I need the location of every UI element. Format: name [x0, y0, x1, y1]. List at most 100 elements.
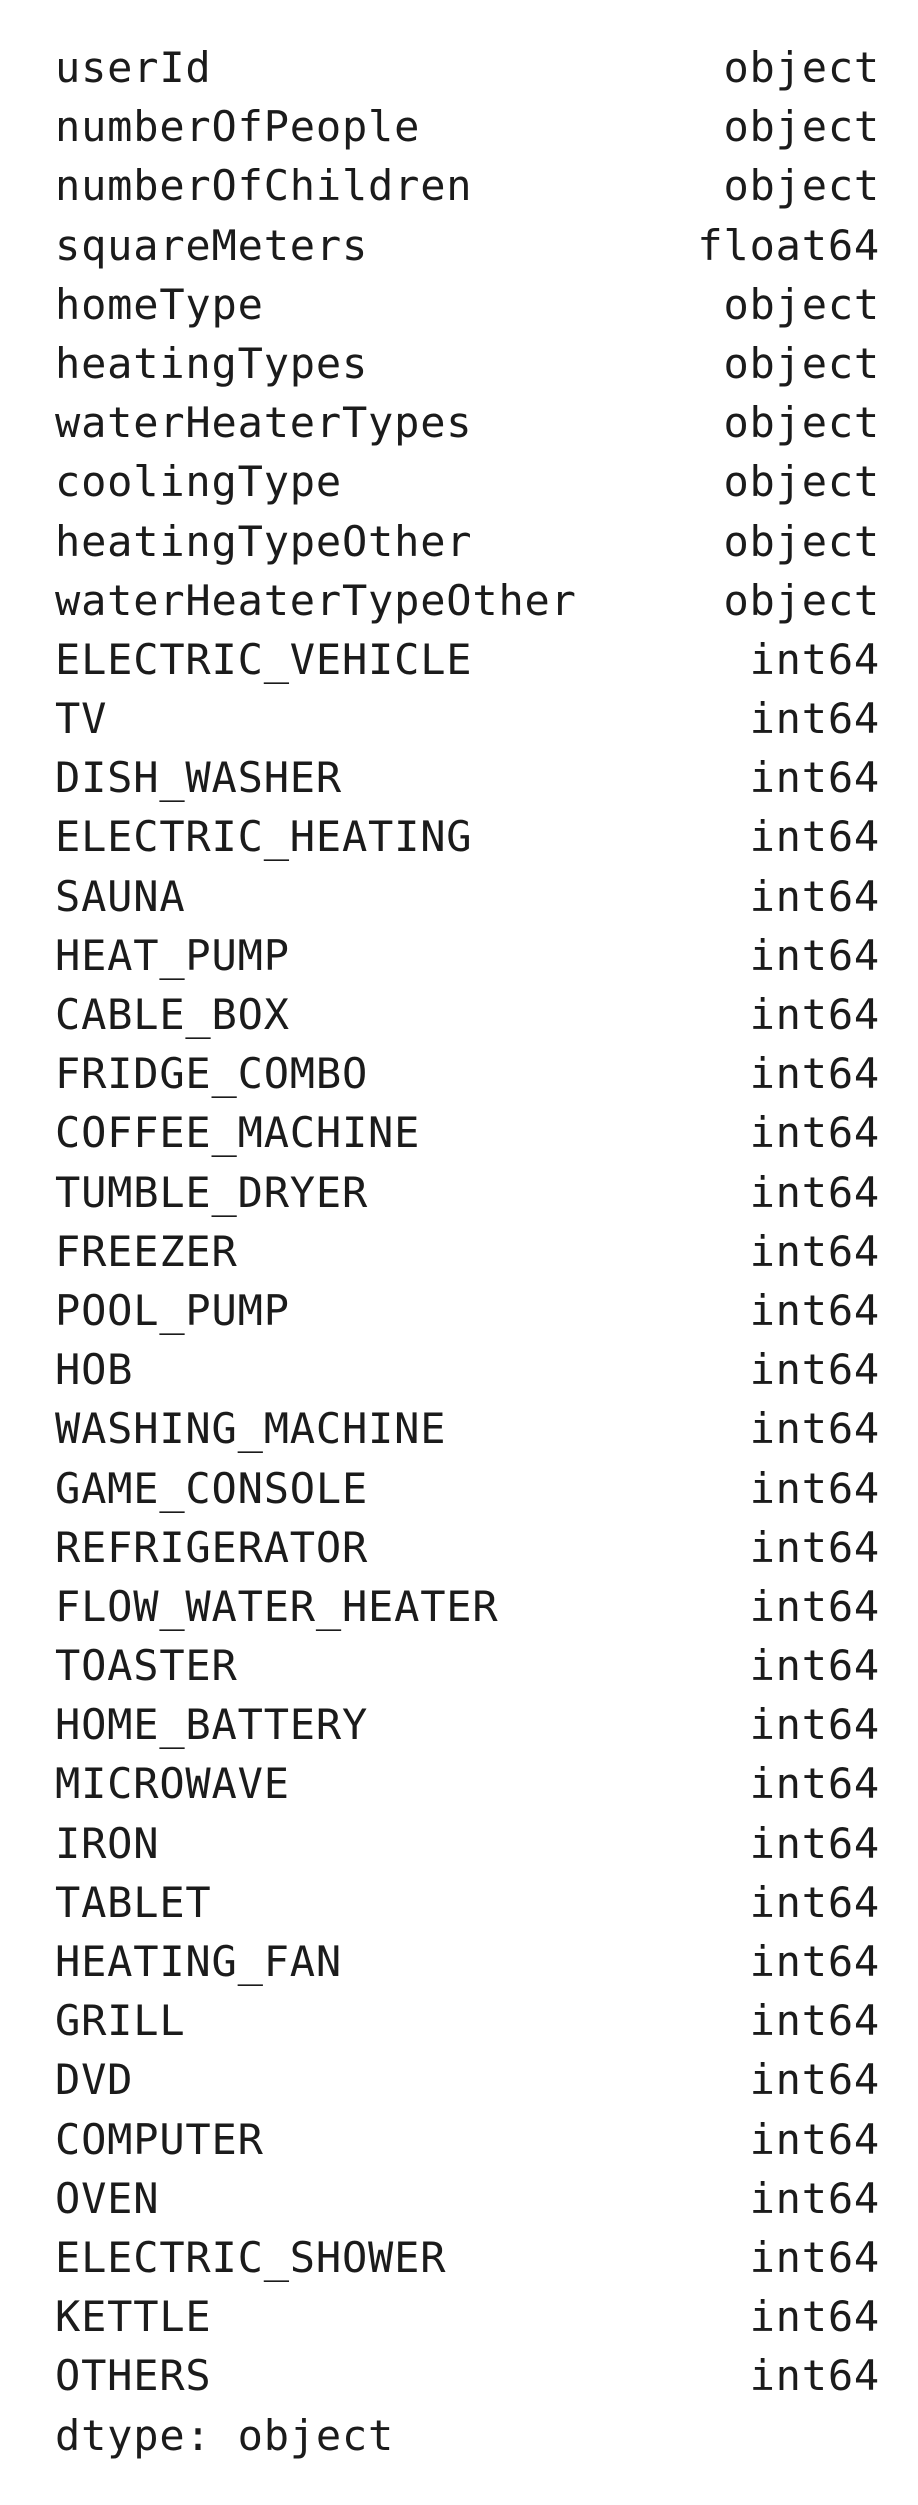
column-dtype: int64: [749, 2351, 880, 2401]
column-dtype: int64: [749, 1167, 880, 1217]
dtypes-output: userId object numberOfPeople object numberOf…: [55, 38, 880, 2465]
dtype-row: HOME_BATTERY int64: [55, 1695, 880, 1754]
column-name: waterHeaterTypeOther: [55, 575, 577, 625]
column-dtype: int64: [749, 871, 880, 921]
column-dtype: int64: [749, 1404, 880, 1454]
dtype-row: ELECTRIC_HEATING int64: [55, 807, 880, 866]
column-name: KETTLE: [55, 2292, 212, 2342]
column-name: REFRIGERATOR: [55, 1522, 369, 1572]
column-name: COMPUTER: [55, 2114, 264, 2164]
column-name: POOL_PUMP: [55, 1285, 290, 1335]
column-dtype: int64: [749, 1700, 880, 1750]
column-dtype: int64: [749, 1818, 880, 1868]
column-name: ELECTRIC_HEATING: [55, 812, 473, 862]
column-name: ELECTRIC_VEHICLE: [55, 634, 473, 684]
column-name: coolingType: [55, 457, 342, 507]
column-name: userId: [55, 43, 212, 92]
column-dtype: object: [723, 102, 880, 152]
column-name: OTHERS: [55, 2351, 212, 2401]
dtype-row: COFFEE_MACHINE int64: [55, 1103, 880, 1162]
dtype-row: KETTLE int64: [55, 2287, 880, 2346]
dtype-row: FRIDGE_COMBO int64: [55, 1044, 880, 1103]
dtype-row: waterHeaterTypes object: [55, 393, 880, 452]
column-dtype: int64: [749, 2292, 880, 2342]
column-dtype: int64: [749, 1108, 880, 1158]
dtype-footer: dtype: object: [55, 2410, 395, 2460]
column-dtype: int64: [749, 753, 880, 803]
column-name: homeType: [55, 279, 264, 329]
column-dtype: int64: [749, 634, 880, 684]
column-dtype: object: [723, 279, 880, 329]
dtype-row: FLOW_WATER_HEATER int64: [55, 1577, 880, 1636]
column-dtype: int64: [749, 1937, 880, 1986]
dtype-row: SAUNA int64: [55, 867, 880, 926]
column-dtype: int64: [749, 1996, 880, 2046]
dtype-row: ELECTRIC_VEHICLE int64: [55, 630, 880, 689]
column-dtype: int64: [749, 1226, 880, 1276]
dtype-row: POOL_PUMP int64: [55, 1281, 880, 1340]
column-dtype: int64: [749, 1581, 880, 1631]
dtype-row: coolingType object: [55, 452, 880, 511]
column-dtype: float64: [697, 220, 880, 270]
column-name: DVD: [55, 2055, 134, 2105]
column-dtype: int64: [749, 1285, 880, 1335]
dtype-row: GAME_CONSOLE int64: [55, 1459, 880, 1518]
dtype-row: heatingTypes object: [55, 334, 880, 393]
column-name: HEAT_PUMP: [55, 930, 290, 980]
dtype-row: WASHING_MACHINE int64: [55, 1399, 880, 1458]
column-name: SAUNA: [55, 871, 186, 921]
dtype-row: REFRIGERATOR int64: [55, 1518, 880, 1577]
column-name: OVEN: [55, 2173, 160, 2223]
dtype-row: TUMBLE_DRYER int64: [55, 1163, 880, 1222]
dtype-row: heatingTypeOther object: [55, 512, 880, 571]
dtype-row: TABLET int64: [55, 1873, 880, 1932]
column-name: TABLET: [55, 1877, 212, 1927]
column-dtype: object: [723, 516, 880, 566]
dtype-row: numberOfChildren object: [55, 156, 880, 215]
column-name: FLOW_WATER_HEATER: [55, 1581, 499, 1631]
dtype-row: OTHERS int64: [55, 2346, 880, 2405]
dtype-row: homeType object: [55, 275, 880, 334]
column-dtype: int64: [749, 1463, 880, 1513]
column-dtype: object: [723, 457, 880, 507]
dtype-row: squareMeters float64: [55, 216, 880, 275]
column-dtype: int64: [749, 1522, 880, 1572]
column-name: TV: [55, 694, 108, 744]
column-name: DISH_WASHER: [55, 753, 342, 803]
dtype-rows: userId object numberOfPeople object numberOf…: [55, 38, 880, 2406]
column-dtype: int64: [749, 1345, 880, 1395]
column-dtype: object: [723, 398, 880, 448]
column-name: MICROWAVE: [55, 1759, 290, 1809]
dtype-row: COMPUTER int64: [55, 2110, 880, 2169]
column-name: CABLE_BOX: [55, 990, 290, 1039]
column-dtype: object: [723, 161, 880, 211]
column-dtype: int64: [749, 1641, 880, 1691]
column-name: squareMeters: [55, 220, 369, 270]
dtype-row: HEATING_FAN int64: [55, 1932, 880, 1991]
column-dtype: int64: [749, 1877, 880, 1927]
column-name: ELECTRIC_SHOWER: [55, 2232, 447, 2282]
dtype-row: DISH_WASHER int64: [55, 748, 880, 807]
column-name: GRILL: [55, 1996, 186, 2046]
dtype-row: FREEZER int64: [55, 1222, 880, 1281]
dtype-row: userId object: [55, 38, 880, 97]
column-dtype: object: [723, 338, 880, 388]
dtype-row: HEAT_PUMP int64: [55, 926, 880, 985]
column-dtype: int64: [749, 1759, 880, 1809]
dtype-row: ELECTRIC_SHOWER int64: [55, 2228, 880, 2287]
column-name: TOASTER: [55, 1641, 238, 1691]
dtype-row: numberOfPeople object: [55, 97, 880, 156]
column-name: HEATING_FAN: [55, 1937, 342, 1986]
column-name: FRIDGE_COMBO: [55, 1049, 369, 1099]
column-name: HOME_BATTERY: [55, 1700, 369, 1750]
column-name: COFFEE_MACHINE: [55, 1108, 421, 1158]
column-dtype: int64: [749, 2173, 880, 2223]
column-dtype: int64: [749, 2055, 880, 2105]
dtype-row: DVD int64: [55, 2050, 880, 2109]
column-name: heatingTypeOther: [55, 516, 473, 566]
column-name: FREEZER: [55, 1226, 238, 1276]
column-name: WASHING_MACHINE: [55, 1404, 447, 1454]
dtype-row: OVEN int64: [55, 2169, 880, 2228]
column-dtype: int64: [749, 2232, 880, 2282]
column-dtype: int64: [749, 930, 880, 980]
